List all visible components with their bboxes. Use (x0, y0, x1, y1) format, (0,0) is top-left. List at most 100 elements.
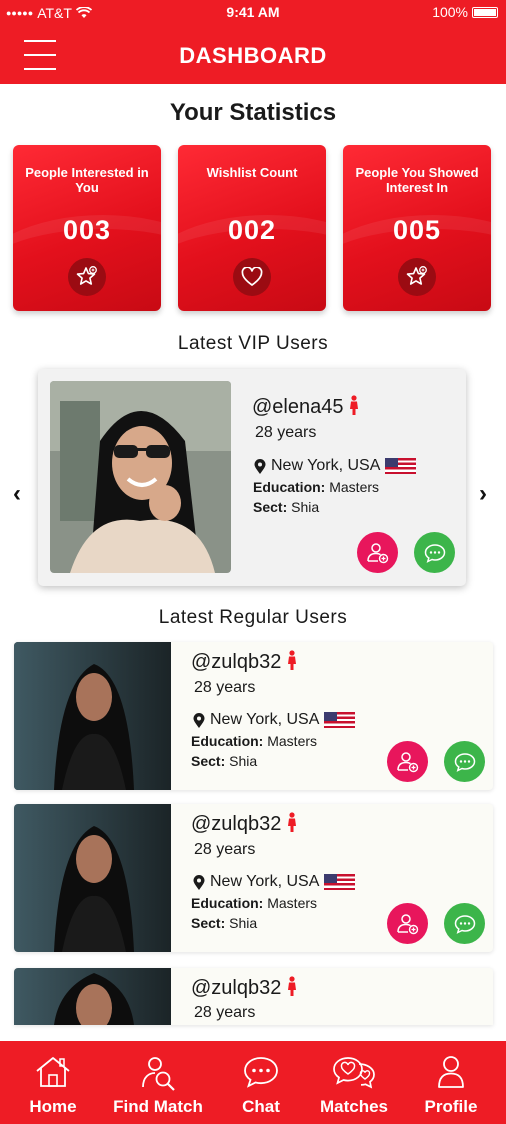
regular-user-card[interactable]: @zulqb32 28 years New York, USA Educatio… (14, 804, 493, 952)
stat-label: Wishlist Count (206, 165, 298, 180)
status-right: 100% (432, 4, 498, 20)
location-pin-icon (193, 712, 205, 728)
stat-value: 005 (392, 215, 442, 245)
username-row: @zulqb32 (191, 650, 297, 674)
regular-section-title: Latest Regular Users (158, 607, 348, 628)
vip-section-title: Latest VIP Users (177, 333, 329, 354)
location-row: New York, USA (193, 873, 356, 891)
education-row: Education: Masters (191, 895, 317, 911)
username-row: @zulqb32 (191, 976, 297, 1000)
user-age: 28 years (194, 841, 256, 858)
statistics-title: Your Statistics (169, 99, 337, 126)
nav-item-chat[interactable]: Chat (211, 1041, 311, 1124)
add-user-icon (366, 542, 388, 563)
location-row: New York, USA (254, 457, 417, 475)
nav-item-home[interactable]: Home (3, 1041, 103, 1124)
username-row: @elena45 (252, 395, 359, 419)
user-photo (14, 968, 171, 1025)
username: @zulqb32 (191, 813, 282, 835)
education-value: Masters (329, 479, 380, 495)
battery-icon (472, 6, 498, 18)
top-app-bar: DASHBOARD (0, 26, 506, 84)
regular-user-card[interactable]: @zulqb32 28 years (14, 968, 493, 1025)
username: @elena45 (252, 396, 344, 418)
heart-icon (233, 258, 271, 296)
education-label: Education: (191, 895, 264, 911)
find-match-icon (108, 1055, 208, 1091)
sect-value: Shia (229, 753, 258, 769)
clock: 9:41 AM (226, 4, 280, 20)
send-interest-button[interactable] (357, 532, 398, 573)
chat-button[interactable] (414, 532, 455, 573)
stat-card-interested[interactable]: People Interested in You 003 (13, 145, 161, 311)
chat-button[interactable] (444, 741, 485, 782)
username: @zulqb32 (191, 977, 282, 999)
user-location: New York, USA (271, 457, 381, 474)
stat-label: People Interested in You (25, 165, 149, 195)
bottom-navigation: Home Find Match Chat Matches Profile (0, 1041, 506, 1124)
carousel-next-icon[interactable]: › (479, 480, 487, 508)
nav-label: Chat (242, 1097, 280, 1116)
nav-label: Home (29, 1097, 77, 1116)
sect-row: Sect: Shia (191, 753, 257, 769)
matches-icon (304, 1055, 404, 1091)
user-age: 28 years (255, 424, 317, 441)
education-value: Masters (267, 895, 318, 911)
sect-row: Sect: Shia (253, 499, 319, 515)
nav-label: Find Match (113, 1097, 203, 1116)
battery-label: 100% (432, 4, 468, 20)
education-label: Education: (191, 733, 264, 749)
send-interest-button[interactable] (387, 741, 428, 782)
username-row: @zulqb32 (191, 812, 297, 836)
sect-row: Sect: Shia (191, 915, 257, 931)
user-age: 28 years (194, 1004, 256, 1021)
location-pin-icon (254, 458, 266, 474)
female-gender-icon (287, 650, 296, 670)
usa-flag-icon (324, 712, 356, 728)
chat-bubble-icon (424, 543, 445, 563)
user-location: New York, USA (210, 711, 320, 728)
chat-icon (211, 1055, 311, 1091)
send-interest-button[interactable] (387, 903, 428, 944)
education-label: Education: (253, 479, 326, 495)
page-title: DASHBOARD (179, 43, 327, 68)
sect-value: Shia (229, 915, 258, 931)
regular-user-card[interactable]: @zulqb32 28 years New York, USA Educatio… (14, 642, 493, 790)
username: @zulqb32 (191, 651, 282, 673)
female-gender-icon (350, 395, 359, 415)
female-gender-icon (287, 976, 296, 996)
sect-value: Shia (291, 499, 320, 515)
user-age: 28 years (194, 679, 256, 696)
star-badge-icon (68, 258, 106, 296)
status-bar: ●●●●● AT&T 9:41 AM 100% (0, 0, 506, 26)
nav-item-find-match[interactable]: Find Match (108, 1041, 208, 1124)
stat-value: 002 (227, 215, 277, 245)
nav-label: Matches (319, 1097, 389, 1116)
add-user-icon (396, 751, 418, 772)
vip-user-card[interactable]: @elena45 28 years New York, USA Educatio… (38, 369, 466, 586)
chat-bubble-icon (454, 752, 475, 772)
carousel-prev-icon[interactable]: ‹ (13, 480, 21, 508)
usa-flag-icon (324, 874, 356, 890)
profile-icon (401, 1055, 501, 1091)
user-photo (14, 642, 171, 790)
home-icon (3, 1055, 103, 1091)
star-badge-icon (398, 258, 436, 296)
nav-item-profile[interactable]: Profile (401, 1041, 501, 1124)
stat-value: 003 (62, 215, 112, 245)
sect-label: Sect: (191, 915, 226, 931)
usa-flag-icon (385, 458, 417, 474)
chat-button[interactable] (444, 903, 485, 944)
sect-label: Sect: (253, 499, 288, 515)
chat-bubble-icon (454, 914, 475, 934)
vip-user-photo (50, 381, 231, 573)
sect-label: Sect: (191, 753, 226, 769)
female-gender-icon (287, 812, 296, 832)
location-row: New York, USA (193, 711, 356, 729)
education-row: Education: Masters (191, 733, 317, 749)
nav-item-matches[interactable]: Matches (304, 1041, 404, 1124)
location-pin-icon (193, 874, 205, 890)
stat-card-showed-interest[interactable]: People You Showed Interest In 005 (343, 145, 491, 311)
stat-card-wishlist[interactable]: Wishlist Count 002 (178, 145, 326, 311)
user-photo (14, 804, 171, 952)
